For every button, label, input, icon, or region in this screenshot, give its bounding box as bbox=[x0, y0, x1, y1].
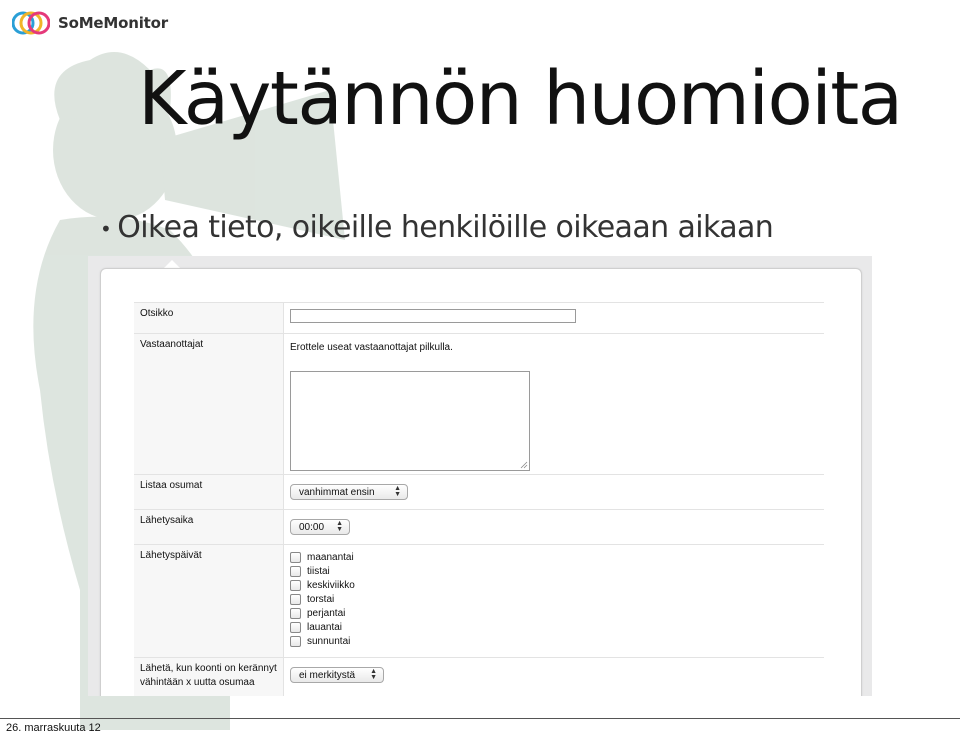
recipients-hint: Erottele useat vastaanottajat pilkulla. bbox=[290, 342, 453, 353]
send-time-select[interactable]: 00:00 ▲ ▼ bbox=[290, 519, 350, 535]
day-checkbox-item[interactable]: perjantai bbox=[290, 606, 818, 620]
day-checkbox-item[interactable]: tiistai bbox=[290, 564, 818, 578]
checkbox[interactable] bbox=[290, 635, 301, 647]
day-checkbox-item[interactable]: sunnuntai bbox=[290, 634, 818, 648]
send-time-value: 00:00 bbox=[299, 521, 325, 533]
checkbox[interactable] bbox=[290, 565, 301, 577]
day-label: tiistai bbox=[307, 565, 330, 577]
select-arrows-icon: ▲ ▼ bbox=[336, 520, 343, 533]
slide-title: Käytännön huomioita bbox=[138, 56, 903, 142]
form-row-send-days: Lähetyspäivät maanantai tiistai keskivii… bbox=[134, 544, 824, 657]
form-screenshot: Otsikko Vastaanottajat Erottele useat va… bbox=[88, 256, 872, 696]
logo-circles-icon bbox=[12, 11, 50, 35]
day-checkbox-item[interactable]: torstai bbox=[290, 592, 818, 606]
form-row-threshold: Lähetä, kun koonti on kerännyt vähintään… bbox=[134, 657, 824, 696]
checkbox[interactable] bbox=[290, 607, 301, 619]
recipients-textarea[interactable] bbox=[290, 371, 530, 471]
send-days-label: Lähetyspäivät bbox=[134, 545, 284, 657]
resize-grip-icon[interactable] bbox=[520, 461, 528, 469]
bullet-dot: • bbox=[100, 216, 112, 241]
threshold-label: Lähetä, kun koonti on kerännyt vähintään… bbox=[134, 658, 284, 696]
select-arrows-icon: ▲ ▼ bbox=[394, 485, 401, 498]
title-label: Otsikko bbox=[134, 303, 284, 333]
form-row-send-time: Lähetysaika 00:00 ▲ ▼ bbox=[134, 509, 824, 544]
day-checkbox-item[interactable]: lauantai bbox=[290, 620, 818, 634]
day-label: lauantai bbox=[307, 621, 343, 633]
footer-divider bbox=[0, 718, 960, 719]
day-checkbox-item[interactable]: keskiviikko bbox=[290, 578, 818, 592]
threshold-value: ei merkitystä bbox=[299, 669, 356, 681]
recipients-label: Vastaanottajat bbox=[134, 334, 284, 474]
logo-text: SoMeMonitor bbox=[58, 14, 168, 32]
send-time-label: Lähetysaika bbox=[134, 510, 284, 544]
day-label: sunnuntai bbox=[307, 635, 351, 647]
list-order-value: vanhimmat ensin bbox=[299, 486, 375, 498]
day-label: keskiviikko bbox=[307, 579, 355, 591]
notification-form: Otsikko Vastaanottajat Erottele useat va… bbox=[134, 302, 824, 696]
somemonitor-logo: SoMeMonitor bbox=[12, 8, 168, 38]
day-label: maanantai bbox=[307, 551, 354, 563]
bullet-text: Oikea tieto, oikeille henkilöille oikeaa… bbox=[117, 210, 774, 245]
threshold-select[interactable]: ei merkitystä ▲ ▼ bbox=[290, 667, 384, 683]
title-input[interactable] bbox=[290, 309, 576, 323]
day-label: torstai bbox=[307, 593, 335, 605]
list-order-label: Listaa osumat bbox=[134, 475, 284, 509]
send-days-list: maanantai tiistai keskiviikko torstai pe… bbox=[290, 550, 818, 648]
footer-date: 26. marraskuuta 12 bbox=[6, 722, 101, 734]
checkbox[interactable] bbox=[290, 579, 301, 591]
checkbox[interactable] bbox=[290, 621, 301, 633]
select-arrows-icon: ▲ ▼ bbox=[370, 668, 377, 681]
form-row-recipients: Vastaanottajat Erottele useat vastaanott… bbox=[134, 333, 824, 474]
list-order-select[interactable]: vanhimmat ensin ▲ ▼ bbox=[290, 484, 408, 500]
bullet-point: • Oikea tieto, oikeille henkilöille oikea… bbox=[100, 210, 774, 245]
panel-notch bbox=[164, 260, 180, 268]
day-checkbox-item[interactable]: maanantai bbox=[290, 550, 818, 564]
checkbox[interactable] bbox=[290, 551, 301, 563]
form-row-title: Otsikko bbox=[134, 302, 824, 333]
checkbox[interactable] bbox=[290, 593, 301, 605]
day-label: perjantai bbox=[307, 607, 346, 619]
form-row-list-order: Listaa osumat vanhimmat ensin ▲ ▼ bbox=[134, 474, 824, 509]
